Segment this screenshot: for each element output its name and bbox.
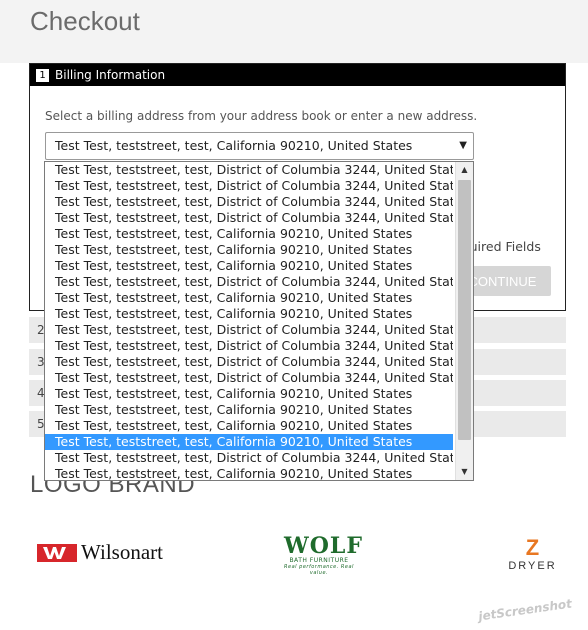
dryer-logo: Z DRYER xyxy=(505,535,560,573)
watermark: jetScreenshot xyxy=(477,596,573,624)
wolf-subtitle: BATH FURNITURE xyxy=(289,557,349,564)
dropdown-option[interactable]: Test Test, teststreet, test, District of… xyxy=(45,178,453,194)
caret-down-icon[interactable]: ▼ xyxy=(459,133,467,159)
billing-header-label: Billing Information xyxy=(55,68,166,82)
wolf-tagline: Real performance. Real value. xyxy=(284,564,354,576)
dropdown-option[interactable]: Test Test, teststreet, test, California … xyxy=(45,290,453,306)
dropdown-option[interactable]: Test Test, teststreet, test, California … xyxy=(45,402,453,418)
dropdown-option[interactable]: Test Test, teststreet, test, District of… xyxy=(45,450,453,466)
scroll-thumb[interactable] xyxy=(458,180,471,440)
dropdown-scrollbar[interactable]: ▲ ▼ xyxy=(455,162,473,480)
dropdown-option[interactable]: Test Test, teststreet, test, California … xyxy=(45,466,453,480)
page-title: Checkout xyxy=(30,6,140,36)
dropdown-option[interactable]: Test Test, teststreet, test, California … xyxy=(45,434,453,450)
dropdown-option[interactable]: Test Test, teststreet, test, District of… xyxy=(45,194,453,210)
dropdown-option[interactable]: Test Test, teststreet, test, District of… xyxy=(45,210,453,226)
dropdown-option[interactable]: Test Test, teststreet, test, District of… xyxy=(45,338,453,354)
dropdown-option[interactable]: Test Test, teststreet, test, California … xyxy=(45,306,453,322)
dropdown-option[interactable]: Test Test, teststreet, test, California … xyxy=(45,418,453,434)
scroll-up-icon[interactable]: ▲ xyxy=(456,162,473,178)
dropdown-option[interactable]: Test Test, teststreet, test, California … xyxy=(45,242,453,258)
billing-address-select[interactable]: Test Test, teststreet, test, California … xyxy=(45,132,474,160)
wolf-logo: WOLF BATH FURNITURE Real performance. Re… xyxy=(284,533,363,576)
wilsonart-mark-icon xyxy=(37,543,77,562)
dropdown-option[interactable]: Test Test, teststreet, test, District of… xyxy=(45,370,453,386)
billing-address-selected-value: Test Test, teststreet, test, California … xyxy=(55,138,413,153)
step-number-badge: 1 xyxy=(36,68,49,82)
scroll-down-icon[interactable]: ▼ xyxy=(456,464,473,480)
wolf-wordmark: WOLF xyxy=(284,533,363,559)
dropdown-option[interactable]: Test Test, teststreet, test, California … xyxy=(45,226,453,242)
dropdown-option[interactable]: Test Test, teststreet, test, District of… xyxy=(45,162,453,178)
dryer-wordmark: DRYER xyxy=(508,560,557,572)
dropdown-option[interactable]: Test Test, teststreet, test, California … xyxy=(45,258,453,274)
wilsonart-wordmark: Wilsonart xyxy=(81,540,163,564)
billing-address-dropdown[interactable]: Test Test, teststreet, test, District of… xyxy=(44,161,474,481)
billing-instruction: Select a billing address from your addre… xyxy=(45,109,478,123)
wilsonart-logo: Wilsonart xyxy=(37,540,163,565)
dropdown-option-list: Test Test, teststreet, test, District of… xyxy=(45,162,473,480)
dropdown-option[interactable]: Test Test, teststreet, test, District of… xyxy=(45,274,453,290)
dropdown-option[interactable]: Test Test, teststreet, test, California … xyxy=(45,386,453,402)
dryer-mark: Z xyxy=(525,535,540,560)
dropdown-option[interactable]: Test Test, teststreet, test, District of… xyxy=(45,322,453,338)
dropdown-option[interactable]: Test Test, teststreet, test, District of… xyxy=(45,354,453,370)
billing-header[interactable]: 1 Billing Information xyxy=(30,64,565,86)
